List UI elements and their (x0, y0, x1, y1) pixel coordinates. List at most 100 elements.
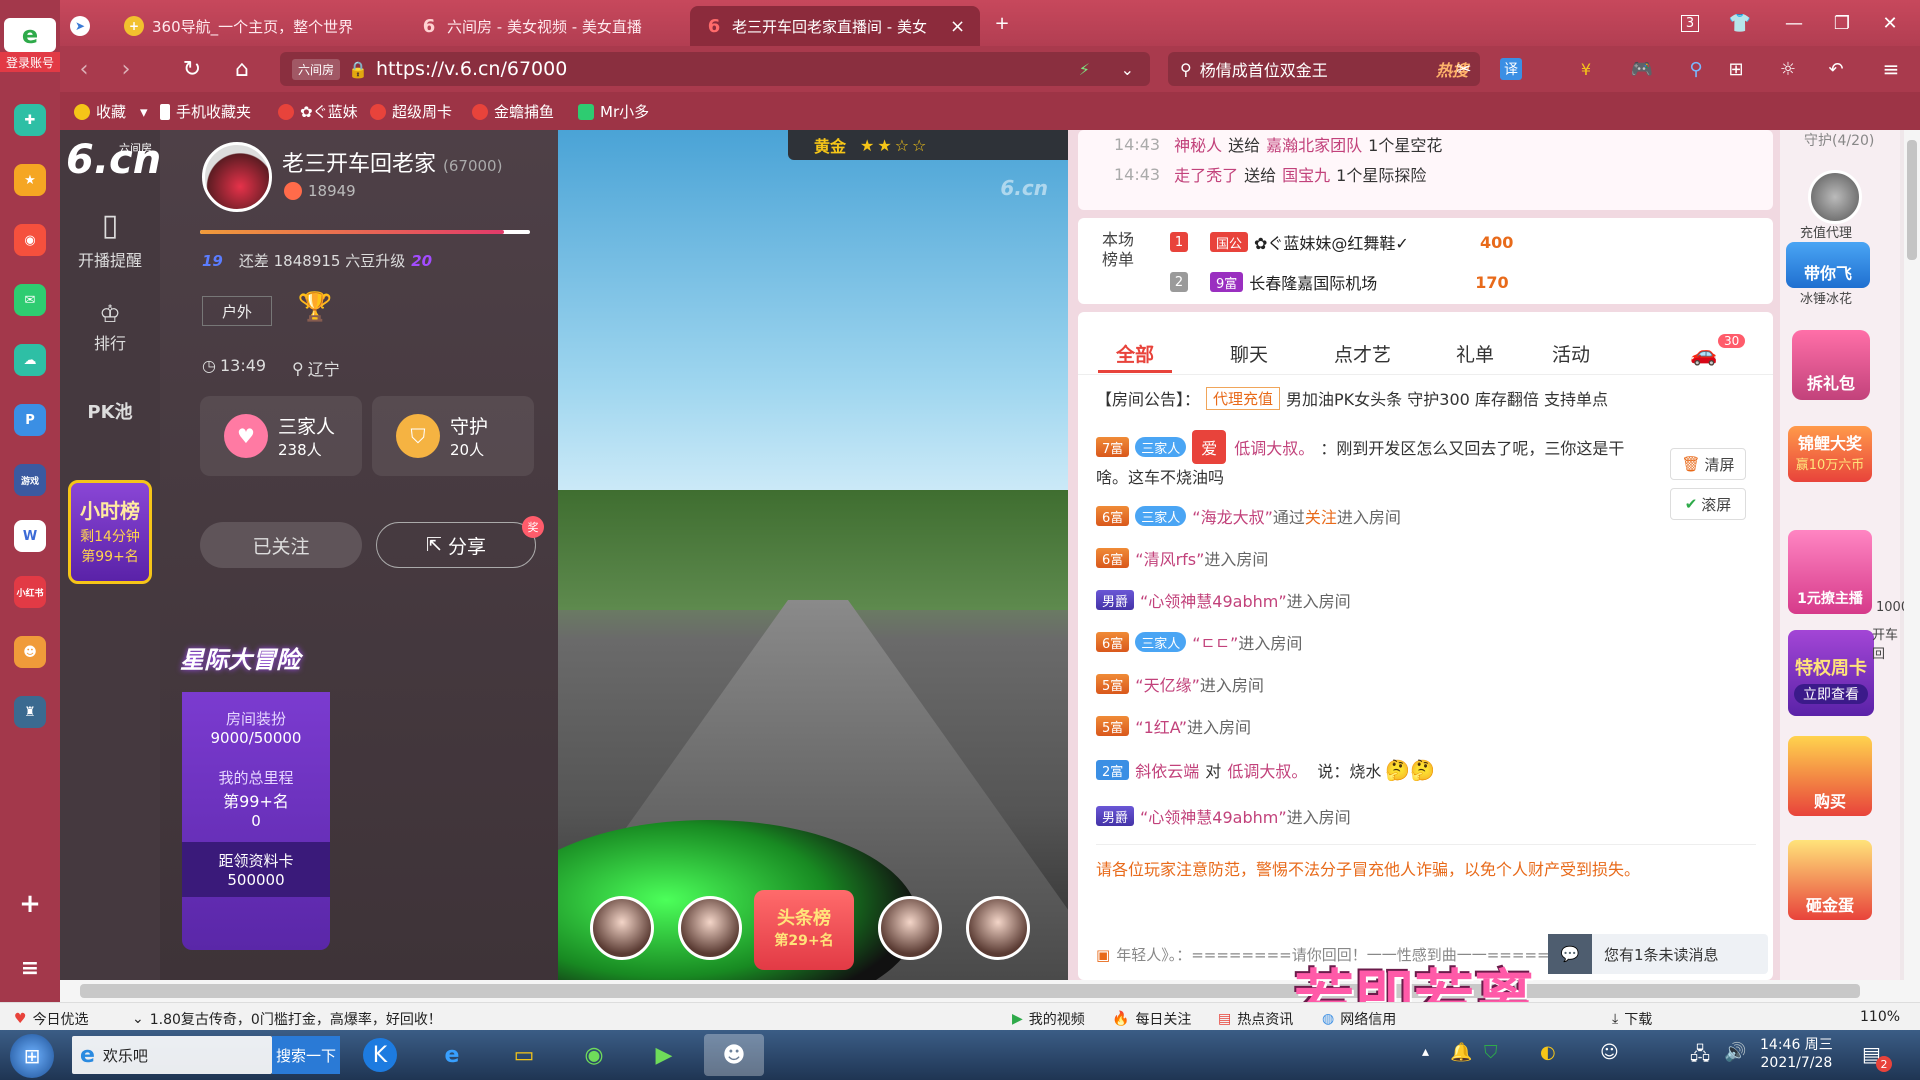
promo-gift-box[interactable]: 拆礼包 (1792, 330, 1870, 400)
anchor-avatar[interactable] (202, 142, 272, 212)
headline-rank-badge[interactable]: 头条榜 第29+名 (754, 890, 854, 970)
close-window-icon[interactable]: ✕ (1872, 8, 1908, 38)
status-credit[interactable]: ◍ 网络信用 (1322, 1009, 1396, 1029)
close-tab-icon[interactable]: × (950, 16, 965, 37)
status-download[interactable]: ⤓ 下载 (1612, 1009, 1652, 1029)
dropdown-icon[interactable]: ⌄ (1121, 60, 1134, 79)
adventure-panel[interactable]: 房间装扮 9000/50000 我的总里程 第99+名 0 距领资料卡 5000… (182, 692, 330, 950)
bookmark-fishing[interactable]: 金蟾捕鱼 (472, 101, 554, 122)
promo-koi[interactable]: 锦鲤大奖 赢10万六币 (1788, 426, 1872, 482)
hourly-rank-widget[interactable]: 小时榜 剩14分钟 第99+名 (68, 480, 152, 584)
nav-ranking[interactable]: ♔ 排行 (60, 300, 160, 354)
start-button[interactable]: ⊞ (10, 1034, 54, 1078)
add-app-icon[interactable]: + (14, 888, 46, 920)
nav-pk-pool[interactable]: PK池 (60, 398, 160, 424)
word-icon[interactable]: W (14, 520, 46, 552)
tab-all[interactable]: 全部 (1116, 340, 1154, 367)
plus-app-icon[interactable]: ✚ (14, 104, 46, 136)
coin-icon[interactable]: ¥ (1570, 54, 1602, 84)
tab-live-room[interactable]: 6 老三开车回老家直播间 - 美女 × (690, 6, 980, 46)
promo-week-card[interactable]: 特权周卡 立即查看 (1788, 630, 1874, 716)
bookmark-lanmei[interactable]: ✿ぐ蓝妹 (278, 101, 358, 122)
live-video[interactable]: 黄金 ★★☆☆ 6.cn 头条榜 第29+名 (558, 130, 1068, 980)
new-tab-button[interactable]: + (984, 8, 1020, 38)
game3-icon[interactable]: ♜ (14, 696, 46, 728)
tab-talent[interactable]: 点才艺 (1334, 340, 1391, 367)
volume-icon[interactable]: 🔊 (1724, 1042, 1746, 1063)
tab-activity[interactable]: 活动 (1552, 340, 1590, 367)
cloud-icon[interactable]: ☁ (14, 344, 46, 376)
bookmark-mobile[interactable]: 手机收藏夹 (160, 101, 251, 122)
back-history-icon[interactable]: ➤ (70, 6, 100, 46)
login-button[interactable]: 登录账号 (0, 52, 60, 72)
translate-icon[interactable]: 译 (1500, 58, 1522, 80)
scrollbar-thumb[interactable] (80, 984, 1860, 998)
game-app-icon[interactable]: 游戏 (14, 464, 46, 496)
board-title[interactable]: 本场榜单 (1102, 230, 1142, 270)
taskbar-search[interactable]: e 欢乐吧 (72, 1036, 272, 1074)
ie-taskbar-icon[interactable]: e (422, 1034, 482, 1076)
promo-one-yuan[interactable]: 1元撩主播 (1788, 530, 1872, 614)
nav-live-reminder[interactable]: ▯ 开播提醒 (60, 208, 160, 271)
player-icon[interactable]: ▶ (634, 1034, 694, 1076)
p-app-icon[interactable]: P (14, 404, 46, 436)
tray-expand-icon[interactable]: ▴ (1422, 1044, 1429, 1060)
back-icon[interactable]: ‹ (68, 54, 100, 84)
mail-icon[interactable]: ✉ (14, 284, 46, 316)
tab-count-button[interactable]: 3 (1672, 8, 1708, 38)
menu-icon[interactable]: ≡ (1875, 54, 1907, 84)
zoom-level[interactable]: 110% (1860, 1009, 1900, 1025)
weibo-icon[interactable]: ◉ (14, 224, 46, 256)
car-icon[interactable]: 🚗 (1690, 342, 1717, 367)
taskbar-search-button[interactable]: 搜索一下 (272, 1036, 340, 1074)
clock[interactable]: 14:46 周三 2021/7/28 (1760, 1036, 1833, 1072)
board-row[interactable]: 2 9富 长春隆嘉国际机场 170 (1170, 270, 1509, 294)
apps-icon[interactable]: ⊞ (1720, 54, 1752, 84)
tab-360-nav[interactable]: + 360导航_一个主页，整个世界 (110, 6, 400, 46)
xiaohongshu-icon[interactable]: 小红书 (14, 576, 46, 608)
followed-button[interactable]: 已关注 (200, 522, 362, 568)
clear-screen-button[interactable]: 🗑 清屏 (1670, 448, 1746, 480)
vertical-scrollbar[interactable] (1904, 130, 1920, 980)
search-box[interactable]: ⚲ 杨倩成首位双金王 热搜 (1168, 52, 1480, 86)
family-card[interactable]: ♥ 三家人 238人 (200, 396, 362, 476)
speed-icon[interactable]: ⚡ (1079, 60, 1090, 79)
bookmark-favorites[interactable]: 收藏 ▾ (74, 101, 148, 122)
promo-buy[interactable]: 购买 (1788, 736, 1872, 816)
viewer-avatar[interactable] (678, 896, 742, 960)
scissors-icon[interactable]: ✂ (1448, 54, 1480, 84)
tray-qq-icon[interactable]: ☺ (1600, 1042, 1619, 1063)
viewer-avatar[interactable] (590, 896, 654, 960)
kugou-icon[interactable]: K (350, 1034, 410, 1076)
magnifier-icon[interactable]: ⚲ (1680, 54, 1712, 84)
shield-icon[interactable]: ⛉ (1484, 1042, 1498, 1063)
browser-taskbar-icon[interactable]: ◉ (564, 1034, 624, 1076)
guard-card[interactable]: ⛉ 守护 20人 (372, 396, 534, 476)
forward-icon[interactable]: › (110, 54, 142, 84)
notice-tag[interactable]: 代理充值 (1206, 386, 1281, 410)
tab-gift-list[interactable]: 礼单 (1456, 340, 1494, 367)
game-icon[interactable]: 🎮 (1626, 54, 1658, 84)
home-icon[interactable]: ⌂ (226, 54, 258, 84)
bookmark-mrxiaoduo[interactable]: Mr小多 (578, 101, 649, 122)
category-tag[interactable]: 户外 (202, 296, 272, 326)
star-app-icon[interactable]: ★ (14, 164, 46, 196)
undo-icon[interactable]: ↶ (1820, 54, 1852, 84)
folder-icon[interactable]: ▭ (494, 1034, 554, 1076)
list-icon[interactable]: ≡ (14, 952, 46, 984)
viewer-avatar[interactable] (966, 896, 1030, 960)
status-hot-news[interactable]: ▤ 热点资讯 (1218, 1009, 1293, 1029)
status-my-video[interactable]: ▶ 我的视频 (1012, 1009, 1085, 1029)
site-logo[interactable]: 6.cn 六间房 (66, 136, 161, 192)
status-promo[interactable]: ⌄ 1.80复古传奇，0门槛打金，高爆率，好回收！ (132, 1009, 442, 1029)
unread-message-bar[interactable]: 💬 您有1条未读消息 (1548, 934, 1768, 974)
board-row[interactable]: 1 国公 ✿ぐ蓝妹妹@红舞鞋✓ 400 (1170, 230, 1513, 254)
brightness-icon[interactable]: ☼ (1772, 54, 1804, 84)
restore-icon[interactable]: ❐ (1824, 8, 1860, 38)
refresh-icon[interactable]: ↻ (176, 54, 208, 84)
share-button[interactable]: ⇱ 分享 (376, 522, 536, 568)
bookmark-weekcard[interactable]: 超级周卡 (370, 101, 452, 122)
guard-avatar[interactable] (1808, 170, 1862, 224)
viewer-avatar[interactable] (878, 896, 942, 960)
minimize-icon[interactable]: — (1776, 8, 1812, 38)
